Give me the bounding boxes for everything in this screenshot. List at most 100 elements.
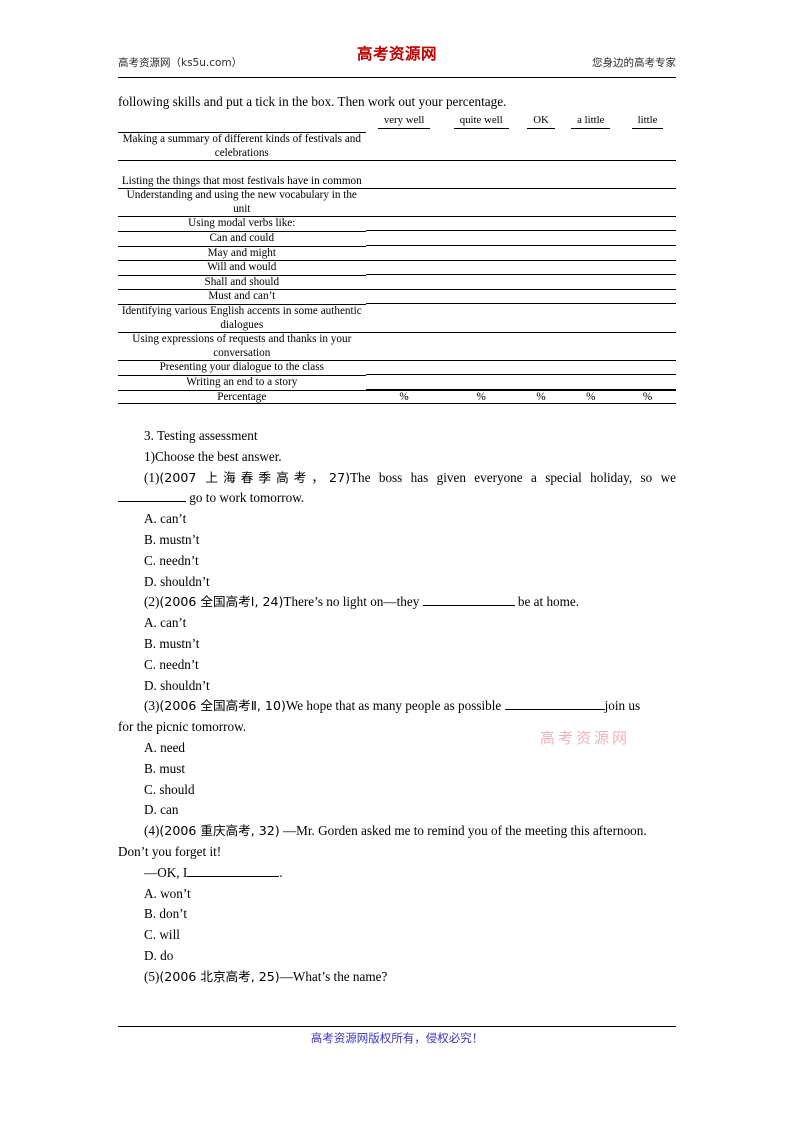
- question-4-option-a[interactable]: A. won’t: [118, 884, 676, 905]
- skill-label: Writing an end to a story: [118, 375, 366, 392]
- table-header-row: very well quite well OK a little little: [118, 113, 676, 129]
- tick-cell[interactable]: [519, 275, 563, 290]
- tick-cell[interactable]: [619, 217, 676, 232]
- tick-cell[interactable]: [442, 275, 520, 290]
- tick-cell[interactable]: [442, 217, 520, 232]
- tick-cell[interactable]: [365, 189, 443, 217]
- tick-cell[interactable]: [442, 333, 520, 361]
- tick-cell[interactable]: [562, 275, 620, 290]
- question-1-option-d[interactable]: D. shouldn’t: [118, 572, 676, 593]
- tick-cell[interactable]: [365, 133, 443, 161]
- tick-cell[interactable]: [562, 231, 620, 247]
- tick-cell[interactable]: [519, 304, 563, 333]
- tick-cell[interactable]: [619, 275, 676, 290]
- tick-cell[interactable]: [619, 189, 676, 217]
- tick-cell[interactable]: [562, 161, 620, 189]
- tick-cell[interactable]: [562, 304, 620, 333]
- tick-cell[interactable]: [562, 333, 620, 361]
- answer-blank[interactable]: [504, 709, 605, 711]
- question-2-option-c[interactable]: C. needn’t: [118, 655, 676, 676]
- tick-cell[interactable]: [442, 231, 520, 247]
- tick-cell[interactable]: [519, 333, 563, 361]
- question-2-option-a[interactable]: A. can’t: [118, 613, 676, 634]
- tick-cell[interactable]: [365, 217, 443, 232]
- tick-cell[interactable]: [442, 246, 520, 261]
- tick-cell[interactable]: [562, 261, 620, 276]
- tick-rule: [562, 231, 620, 247]
- tick-cell[interactable]: [619, 375, 676, 390]
- tick-cell[interactable]: [365, 304, 443, 333]
- tick-cell[interactable]: [365, 275, 443, 290]
- question-4-option-d[interactable]: D. do: [118, 946, 676, 967]
- tick-cell[interactable]: [562, 217, 620, 232]
- table-row: Must and can’t: [118, 289, 676, 305]
- tick-cell[interactable]: [619, 161, 676, 189]
- question-1-option-a[interactable]: A. can’t: [118, 509, 676, 530]
- question-3-option-c[interactable]: C. should: [118, 780, 676, 801]
- tick-cell[interactable]: [619, 231, 676, 247]
- tick-cell[interactable]: [442, 290, 520, 305]
- percentage-value-a-little[interactable]: %: [562, 390, 620, 404]
- question-4-option-c[interactable]: C. will: [118, 925, 676, 946]
- tick-rule: [519, 231, 563, 247]
- tick-cell[interactable]: [442, 375, 520, 390]
- tick-cell[interactable]: [562, 361, 620, 376]
- tick-cell[interactable]: [519, 375, 563, 390]
- tick-cell[interactable]: [365, 375, 443, 390]
- tick-cell[interactable]: [619, 133, 676, 161]
- question-1-option-b[interactable]: B. mustn’t: [118, 530, 676, 551]
- tick-cell[interactable]: [562, 133, 620, 161]
- question-2-option-d[interactable]: D. shouldn’t: [118, 676, 676, 697]
- tick-cell[interactable]: [562, 375, 620, 390]
- table-body: Making a summary of different kinds of f…: [118, 132, 676, 392]
- answer-blank[interactable]: [187, 875, 280, 877]
- tick-cell[interactable]: [519, 246, 563, 261]
- skill-label: Must and can’t: [118, 289, 366, 305]
- tick-cell[interactable]: [619, 246, 676, 261]
- tick-cell[interactable]: [442, 361, 520, 376]
- tick-cell[interactable]: [519, 217, 563, 232]
- tick-cell[interactable]: [365, 361, 443, 376]
- tick-cell[interactable]: [365, 161, 443, 189]
- answer-blank[interactable]: [422, 605, 515, 607]
- tick-cell[interactable]: [619, 290, 676, 305]
- percentage-value-ok[interactable]: %: [519, 390, 563, 404]
- percentage-value-little[interactable]: %: [619, 390, 676, 404]
- tick-cell[interactable]: [442, 261, 520, 276]
- tick-cell[interactable]: [619, 361, 676, 376]
- tick-cell[interactable]: [619, 261, 676, 276]
- percentage-value-quite-well[interactable]: %: [442, 390, 520, 404]
- table-row: Writing an end to a story: [118, 375, 676, 392]
- tick-cell[interactable]: [519, 231, 563, 247]
- question-3-option-b[interactable]: B. must: [118, 759, 676, 780]
- answer-blank[interactable]: [118, 501, 186, 503]
- tick-cell[interactable]: [519, 261, 563, 276]
- tick-cell[interactable]: [619, 304, 676, 333]
- percentage-value-very-well[interactable]: %: [365, 390, 443, 404]
- tick-cell[interactable]: [619, 333, 676, 361]
- tick-cell[interactable]: [562, 246, 620, 261]
- tick-cell[interactable]: [442, 161, 520, 189]
- tick-cell[interactable]: [519, 161, 563, 189]
- tick-cell[interactable]: [562, 189, 620, 217]
- tick-cell[interactable]: [519, 290, 563, 305]
- tick-cell[interactable]: [442, 189, 520, 217]
- tick-cell[interactable]: [519, 361, 563, 376]
- tick-cell[interactable]: [365, 246, 443, 261]
- tick-cell[interactable]: [442, 304, 520, 333]
- tick-cell[interactable]: [519, 189, 563, 217]
- tick-cell[interactable]: [365, 290, 443, 305]
- question-3-option-a[interactable]: A. need: [118, 738, 676, 759]
- tick-cell[interactable]: [442, 133, 520, 161]
- tick-cell[interactable]: [562, 290, 620, 305]
- tick-rule: [442, 146, 520, 161]
- tick-cell[interactable]: [519, 133, 563, 161]
- tick-cell[interactable]: [365, 261, 443, 276]
- question-2-option-b[interactable]: B. mustn’t: [118, 634, 676, 655]
- question-4-option-b[interactable]: B. don’t: [118, 904, 676, 925]
- tick-cell[interactable]: [365, 231, 443, 247]
- tick-cell[interactable]: [365, 333, 443, 361]
- question-3-option-d[interactable]: D. can: [118, 800, 676, 821]
- document-page: 高考资源网（ks5u.com） 高考资源网 您身边的高考专家 following…: [0, 0, 793, 1122]
- question-1-option-c[interactable]: C. needn’t: [118, 551, 676, 572]
